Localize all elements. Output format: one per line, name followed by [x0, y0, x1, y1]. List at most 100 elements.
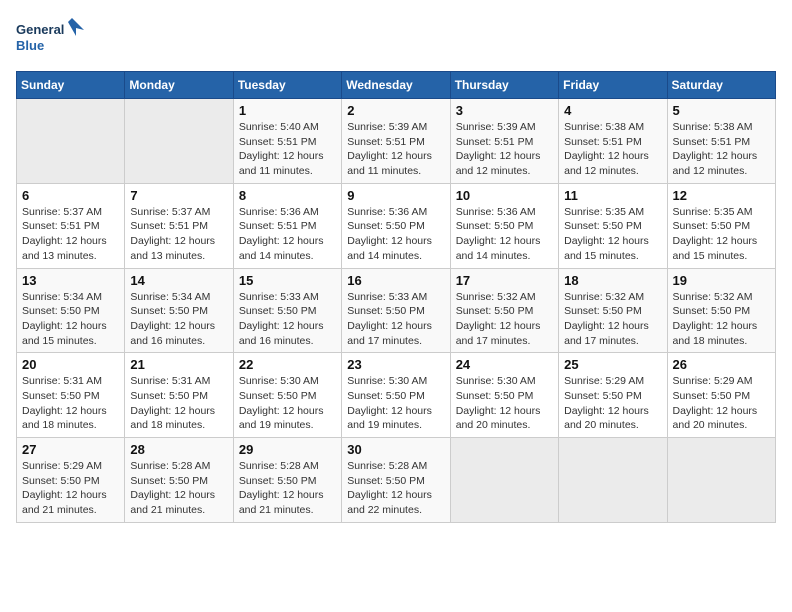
calendar-cell: 26 Sunrise: 5:29 AM Sunset: 5:50 PM Dayli…	[667, 353, 775, 438]
calendar-cell	[17, 99, 125, 184]
day-number: 24	[456, 357, 553, 372]
day-number: 14	[130, 273, 227, 288]
day-info: Sunrise: 5:38 AM Sunset: 5:51 PM Dayligh…	[564, 120, 661, 179]
day-header-friday: Friday	[559, 72, 667, 99]
calendar-cell: 21Sunrise: 5:31 AM Sunset: 5:50 PM Dayli…	[125, 353, 233, 438]
calendar-cell: 17 Sunrise: 5:32 AM Sunset: 5:50 PM Dayli…	[450, 268, 558, 353]
day-info: Sunrise: 5:32 AM Sunset: 5:50 PM Dayligh…	[673, 290, 770, 349]
day-number: 25	[564, 357, 661, 372]
day-number: 23	[347, 357, 444, 372]
calendar-cell: 25 Sunrise: 5:29 AM Sunset: 5:50 PM Dayli…	[559, 353, 667, 438]
day-info: Sunrise: 5:28 AM Sunset: 5:50 PM Dayligh…	[347, 459, 444, 518]
calendar-cell: 19 Sunrise: 5:32 AM Sunset: 5:50 PM Dayli…	[667, 268, 775, 353]
calendar-cell	[125, 99, 233, 184]
day-number: 4	[564, 103, 661, 118]
calendar-cell: 3 Sunrise: 5:39 AM Sunset: 5:51 PM Daylig…	[450, 99, 558, 184]
day-info: Sunrise: 5:32 AM Sunset: 5:50 PM Dayligh…	[456, 290, 553, 349]
day-number: 1	[239, 103, 336, 118]
days-header-row: SundayMondayTuesdayWednesdayThursdayFrid…	[17, 72, 776, 99]
day-number: 18	[564, 273, 661, 288]
day-info: Sunrise: 5:30 AM Sunset: 5:50 PM Dayligh…	[239, 374, 336, 433]
day-info: Sunrise: 5:29 AM Sunset: 5:50 PM Dayligh…	[22, 459, 119, 518]
calendar-cell: 2 Sunrise: 5:39 AM Sunset: 5:51 PM Daylig…	[342, 99, 450, 184]
calendar-cell: 11 Sunrise: 5:35 AM Sunset: 5:50 PM Dayli…	[559, 183, 667, 268]
day-number: 15	[239, 273, 336, 288]
day-info: Sunrise: 5:39 AM Sunset: 5:51 PM Dayligh…	[456, 120, 553, 179]
day-header-sunday: Sunday	[17, 72, 125, 99]
day-number: 6	[22, 188, 119, 203]
day-number: 3	[456, 103, 553, 118]
day-info: Sunrise: 5:32 AM Sunset: 5:50 PM Dayligh…	[564, 290, 661, 349]
day-header-monday: Monday	[125, 72, 233, 99]
day-info: Sunrise: 5:34 AM Sunset: 5:50 PM Dayligh…	[130, 290, 227, 349]
day-info: Sunrise: 5:35 AM Sunset: 5:50 PM Dayligh…	[673, 205, 770, 264]
week-row: 6 Sunrise: 5:37 AM Sunset: 5:51 PM Daylig…	[17, 183, 776, 268]
calendar-cell: 14 Sunrise: 5:34 AM Sunset: 5:50 PM Dayli…	[125, 268, 233, 353]
day-number: 29	[239, 442, 336, 457]
day-header-wednesday: Wednesday	[342, 72, 450, 99]
day-info: Sunrise: 5:35 AM Sunset: 5:50 PM Dayligh…	[564, 205, 661, 264]
calendar-cell: 12 Sunrise: 5:35 AM Sunset: 5:50 PM Dayli…	[667, 183, 775, 268]
day-number: 20	[22, 357, 119, 372]
week-row: 1 Sunrise: 5:40 AM Sunset: 5:51 PM Daylig…	[17, 99, 776, 184]
day-info: Sunrise: 5:30 AM Sunset: 5:50 PM Dayligh…	[347, 374, 444, 433]
day-number: 30	[347, 442, 444, 457]
day-info: Sunrise: 5:34 AM Sunset: 5:50 PM Dayligh…	[22, 290, 119, 349]
svg-text:Blue: Blue	[16, 38, 44, 53]
calendar-cell: 27 Sunrise: 5:29 AM Sunset: 5:50 PM Dayli…	[17, 438, 125, 523]
week-row: 20 Sunrise: 5:31 AM Sunset: 5:50 PM Dayli…	[17, 353, 776, 438]
week-row: 13Sunrise: 5:34 AM Sunset: 5:50 PM Dayli…	[17, 268, 776, 353]
week-row: 27 Sunrise: 5:29 AM Sunset: 5:50 PM Dayli…	[17, 438, 776, 523]
day-number: 5	[673, 103, 770, 118]
calendar-cell: 6 Sunrise: 5:37 AM Sunset: 5:51 PM Daylig…	[17, 183, 125, 268]
calendar-cell: 7 Sunrise: 5:37 AM Sunset: 5:51 PM Daylig…	[125, 183, 233, 268]
day-info: Sunrise: 5:29 AM Sunset: 5:50 PM Dayligh…	[564, 374, 661, 433]
day-number: 28	[130, 442, 227, 457]
day-info: Sunrise: 5:37 AM Sunset: 5:51 PM Dayligh…	[22, 205, 119, 264]
day-header-saturday: Saturday	[667, 72, 775, 99]
calendar-cell: 10Sunrise: 5:36 AM Sunset: 5:50 PM Dayli…	[450, 183, 558, 268]
day-header-thursday: Thursday	[450, 72, 558, 99]
calendar-cell	[559, 438, 667, 523]
day-number: 2	[347, 103, 444, 118]
day-info: Sunrise: 5:29 AM Sunset: 5:50 PM Dayligh…	[673, 374, 770, 433]
day-info: Sunrise: 5:36 AM Sunset: 5:50 PM Dayligh…	[347, 205, 444, 264]
day-number: 17	[456, 273, 553, 288]
calendar-cell: 8Sunrise: 5:36 AM Sunset: 5:51 PM Daylig…	[233, 183, 341, 268]
calendar-cell: 13Sunrise: 5:34 AM Sunset: 5:50 PM Dayli…	[17, 268, 125, 353]
day-info: Sunrise: 5:39 AM Sunset: 5:51 PM Dayligh…	[347, 120, 444, 179]
day-number: 27	[22, 442, 119, 457]
day-info: Sunrise: 5:40 AM Sunset: 5:51 PM Dayligh…	[239, 120, 336, 179]
calendar-cell: 9Sunrise: 5:36 AM Sunset: 5:50 PM Daylig…	[342, 183, 450, 268]
calendar-cell: 5 Sunrise: 5:38 AM Sunset: 5:51 PM Daylig…	[667, 99, 775, 184]
calendar-cell: 4 Sunrise: 5:38 AM Sunset: 5:51 PM Daylig…	[559, 99, 667, 184]
day-number: 12	[673, 188, 770, 203]
logo-svg: General Blue	[16, 16, 86, 61]
day-number: 26	[673, 357, 770, 372]
calendar-table: SundayMondayTuesdayWednesdayThursdayFrid…	[16, 71, 776, 523]
calendar-cell: 23 Sunrise: 5:30 AM Sunset: 5:50 PM Dayli…	[342, 353, 450, 438]
calendar-cell: 28 Sunrise: 5:28 AM Sunset: 5:50 PM Dayli…	[125, 438, 233, 523]
day-info: Sunrise: 5:38 AM Sunset: 5:51 PM Dayligh…	[673, 120, 770, 179]
day-info: Sunrise: 5:37 AM Sunset: 5:51 PM Dayligh…	[130, 205, 227, 264]
day-info: Sunrise: 5:28 AM Sunset: 5:50 PM Dayligh…	[130, 459, 227, 518]
day-number: 19	[673, 273, 770, 288]
day-info: Sunrise: 5:36 AM Sunset: 5:50 PM Dayligh…	[456, 205, 553, 264]
day-info: Sunrise: 5:28 AM Sunset: 5:50 PM Dayligh…	[239, 459, 336, 518]
day-number: 11	[564, 188, 661, 203]
calendar-cell: 20 Sunrise: 5:31 AM Sunset: 5:50 PM Dayli…	[17, 353, 125, 438]
day-info: Sunrise: 5:31 AM Sunset: 5:50 PM Dayligh…	[130, 374, 227, 433]
calendar-cell: 1 Sunrise: 5:40 AM Sunset: 5:51 PM Daylig…	[233, 99, 341, 184]
day-number: 7	[130, 188, 227, 203]
day-number: 8	[239, 188, 336, 203]
day-header-tuesday: Tuesday	[233, 72, 341, 99]
day-info: Sunrise: 5:33 AM Sunset: 5:50 PM Dayligh…	[239, 290, 336, 349]
day-number: 16	[347, 273, 444, 288]
day-info: Sunrise: 5:30 AM Sunset: 5:50 PM Dayligh…	[456, 374, 553, 433]
calendar-cell: 15 Sunrise: 5:33 AM Sunset: 5:50 PM Dayli…	[233, 268, 341, 353]
calendar-cell: 24 Sunrise: 5:30 AM Sunset: 5:50 PM Dayli…	[450, 353, 558, 438]
logo: General Blue	[16, 16, 86, 61]
day-info: Sunrise: 5:31 AM Sunset: 5:50 PM Dayligh…	[22, 374, 119, 433]
calendar-cell	[450, 438, 558, 523]
calendar-cell: 18 Sunrise: 5:32 AM Sunset: 5:50 PM Dayli…	[559, 268, 667, 353]
